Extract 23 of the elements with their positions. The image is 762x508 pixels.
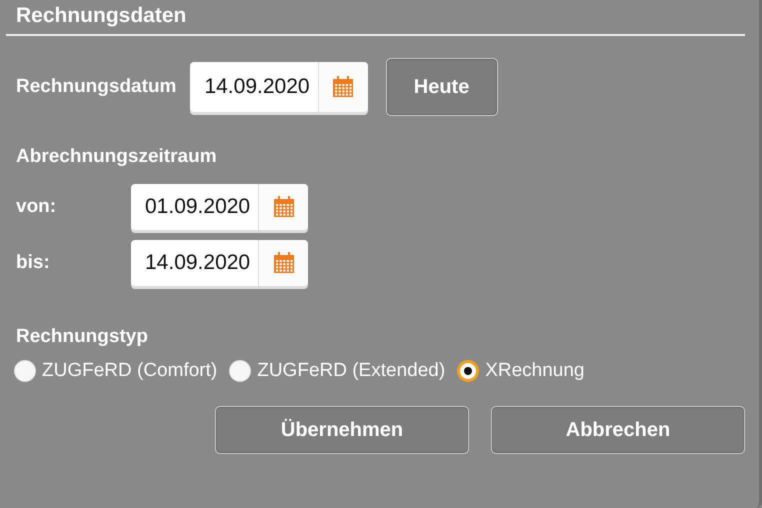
radio-button[interactable] [229,360,252,382]
field-label: Rechnungsdatum [16,76,176,98]
date-field[interactable]: 14.09.2020 [131,240,308,286]
cancel-button[interactable]: Abbrechen [491,406,745,454]
calendar-button[interactable] [258,240,308,286]
radio-button[interactable] [14,360,36,382]
calendar-icon [331,75,356,99]
date-field[interactable]: 14.09.2020 [190,62,368,112]
field-label: bis: [16,252,51,274]
calendar-button[interactable] [318,62,368,112]
calendar-icon [272,251,296,275]
calendar-icon [272,195,296,219]
section-heading: Abrechnungszeitraum [16,146,218,168]
radio-option[interactable]: XRechnung [457,360,584,382]
calendar-button[interactable] [258,184,308,230]
today-button[interactable]: Heute [386,58,498,116]
section-heading: Rechnungstyp [16,326,149,348]
option-label: XRechnung [485,360,584,382]
dialog-title: Rechnungsdaten [6,4,745,36]
date-field[interactable]: 01.09.2020 [131,184,308,230]
apply-button[interactable]: Übernehmen [215,406,469,454]
field-label: von: [16,196,58,218]
radio-button[interactable] [457,360,480,382]
